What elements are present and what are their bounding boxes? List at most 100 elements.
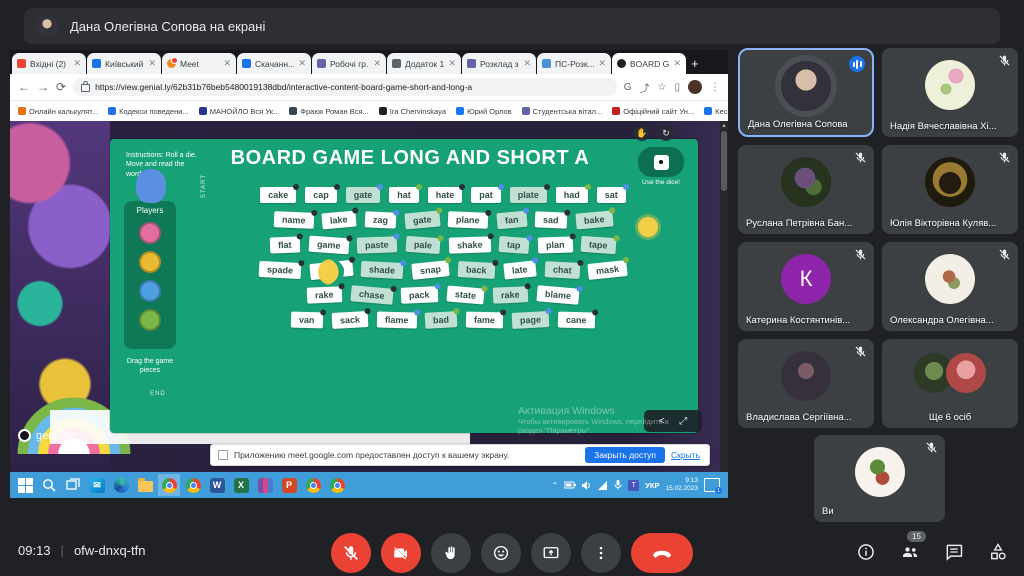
google-icon[interactable]: G: [624, 82, 632, 93]
tab-close-icon[interactable]: ✕: [223, 58, 231, 69]
tab-close-icon[interactable]: ✕: [148, 58, 156, 69]
taskbar-chrome-icon[interactable]: [326, 474, 348, 496]
back-icon[interactable]: ←: [18, 80, 30, 94]
address-bar[interactable]: https://view.genial.ly/62b31b76beb548001…: [73, 78, 617, 96]
browser-tab-3[interactable]: Скачанн... ✕: [237, 53, 311, 74]
word-tile: tape: [580, 235, 617, 255]
rotate-icon[interactable]: ↻: [658, 125, 674, 141]
bookmark-overflow-item[interactable]: Кесем Султан - Все...: [704, 107, 728, 116]
language-indicator[interactable]: УКР: [645, 481, 659, 490]
participant-tile-1[interactable]: Надія Вячеславівна Хі...: [882, 48, 1018, 137]
genially-logo[interactable]: genially: [18, 429, 73, 442]
browser-menu-icon[interactable]: ⋮: [710, 82, 720, 93]
bookmark-item-5[interactable]: Юрий Орлов: [456, 107, 512, 116]
bookmark-item-3[interactable]: Фраюк Роман Вся...: [289, 107, 369, 116]
stop-sharing-button[interactable]: Закрыть доступ: [585, 447, 665, 463]
profile-avatar[interactable]: [688, 80, 702, 94]
tab-close-icon[interactable]: ✕: [373, 58, 381, 69]
tray-expand-icon[interactable]: ⌃: [552, 481, 559, 490]
taskbar-word-icon[interactable]: W: [206, 474, 228, 496]
participant-tile-self[interactable]: Ви: [814, 435, 945, 522]
mic-off-button[interactable]: [331, 533, 371, 573]
taskbar-edge-icon[interactable]: [110, 474, 132, 496]
smile-button[interactable]: [481, 533, 521, 573]
hide-link[interactable]: Скрыть: [671, 450, 700, 460]
bookmark-item-1[interactable]: Кодекси поведени...: [108, 107, 189, 116]
taskbar-chrome-profile-icon[interactable]: [158, 474, 180, 496]
browser-tab-2[interactable]: Meet ✕: [162, 53, 236, 74]
tab-close-icon[interactable]: ✕: [523, 58, 531, 69]
word-tile: blame: [535, 285, 580, 305]
taskbar-search-icon[interactable]: [38, 474, 60, 496]
taskbar-clock[interactable]: 9:13 15.02.2023: [665, 477, 698, 493]
chat-panel-button[interactable]: [942, 540, 966, 564]
participant-tile-4[interactable]: К Катерина Костянтинів...: [738, 242, 874, 331]
player-token-0[interactable]: [139, 222, 161, 244]
taskbar-winrar-icon[interactable]: [254, 474, 276, 496]
hand-button[interactable]: [431, 533, 471, 573]
tab-close-icon[interactable]: ✕: [73, 58, 81, 69]
tab-close-icon[interactable]: ✕: [598, 58, 606, 69]
player-token-2[interactable]: [139, 280, 161, 302]
info-panel-button[interactable]: [854, 540, 878, 564]
more-button[interactable]: [581, 533, 621, 573]
new-tab-button[interactable]: +: [691, 56, 699, 71]
share-icon[interactable]: ⤴: [640, 80, 650, 95]
tab-close-icon[interactable]: ✕: [673, 58, 681, 69]
taskbar-chrome-icon[interactable]: [182, 474, 204, 496]
bookmark-item-6[interactable]: Студентська вітал...: [521, 107, 602, 116]
browser-tab-6[interactable]: Розклад з...✕: [462, 53, 536, 74]
participant-tile-2[interactable]: Руслана Петрівна Бан...: [738, 145, 874, 234]
taskbar-explorer-icon[interactable]: [134, 474, 156, 496]
bookmark-item-7[interactable]: Офіційний сайт Ун...: [612, 107, 694, 116]
bookmark-item-0[interactable]: Онлайн калькулят...: [18, 107, 98, 116]
word-tile: gate: [345, 184, 383, 203]
browser-tab-5[interactable]: Додаток 1 ✕: [387, 53, 461, 74]
taskbar-taskview-icon[interactable]: [62, 474, 84, 496]
participant-tile-6[interactable]: Владислава Сергіївна...: [738, 339, 874, 428]
word-tile: name: [273, 211, 314, 229]
bookmark-star-icon[interactable]: ☆: [658, 82, 667, 93]
bookmark-item-4[interactable]: Ira Chervinskaya: [378, 107, 446, 116]
tab-close-icon[interactable]: ✕: [298, 58, 306, 69]
participant-tile-7[interactable]: Ще 6 осіб: [882, 339, 1018, 428]
dice-button[interactable]: [638, 147, 684, 177]
self-tile-slot: Ви: [814, 435, 945, 522]
present-button[interactable]: [531, 533, 571, 573]
taskbar-start-icon[interactable]: [14, 474, 36, 496]
tab-close-icon[interactable]: ✕: [448, 58, 456, 69]
word-tile: mask: [587, 260, 628, 280]
browser-tab-8[interactable]: BOARD G...✕: [612, 53, 686, 74]
tab-strip: Вхідні (2) ✕ Київський ✕ Meet ✕ Скачанн... ✕ Роб…: [10, 50, 728, 74]
player-token-1[interactable]: [139, 251, 161, 273]
teams-tray-icon[interactable]: T: [628, 479, 640, 491]
participant-name: Руслана Петрівна Бан...: [746, 218, 853, 229]
bookmark-item-2[interactable]: МАНОЙЛО Вся Ук...: [198, 107, 279, 116]
participant-tile-0[interactable]: Дана Олегівна Сопова: [738, 48, 874, 137]
call-end-button[interactable]: [631, 533, 693, 573]
side-panel-icon[interactable]: ▯: [674, 82, 680, 93]
browser-tab-0[interactable]: Вхідні (2) ✕: [12, 53, 86, 74]
notification-center-icon[interactable]: 1: [704, 478, 722, 494]
word-tile: zag: [364, 211, 397, 229]
doc-favicon-icon: [542, 59, 551, 68]
taskbar-chrome-icon[interactable]: [302, 474, 324, 496]
participant-tile-3[interactable]: Юлія Вікторівна Куляв...: [882, 145, 1018, 234]
player-token-3[interactable]: [139, 309, 161, 331]
volume-icon: [582, 480, 591, 490]
page-scrollbar[interactable]: ▲: [720, 121, 728, 472]
taskbar-excel-icon[interactable]: X: [230, 474, 252, 496]
refresh-icon[interactable]: ⟳: [56, 80, 66, 94]
people-panel-button[interactable]: 15: [898, 531, 926, 564]
participant-tile-5[interactable]: Олександра Олегівна...: [882, 242, 1018, 331]
taskbar-powerpoint-icon[interactable]: P: [278, 474, 300, 496]
cam-off-button[interactable]: [381, 533, 421, 573]
browser-tab-1[interactable]: Київський ✕: [87, 53, 161, 74]
forward-icon[interactable]: →: [37, 80, 49, 94]
browser-tab-7[interactable]: ПС-Розк... ✕: [537, 53, 611, 74]
browser-tab-4[interactable]: Робочі гр... ✕: [312, 53, 386, 74]
shapes-panel-button[interactable]: [986, 540, 1010, 564]
hand-cursor-icon[interactable]: ✋: [634, 125, 650, 141]
taskbar-mail-icon[interactable]: ✉: [86, 474, 108, 496]
system-tray: ⌃ T УКР 9:13 15.02.2023 1: [552, 477, 725, 494]
